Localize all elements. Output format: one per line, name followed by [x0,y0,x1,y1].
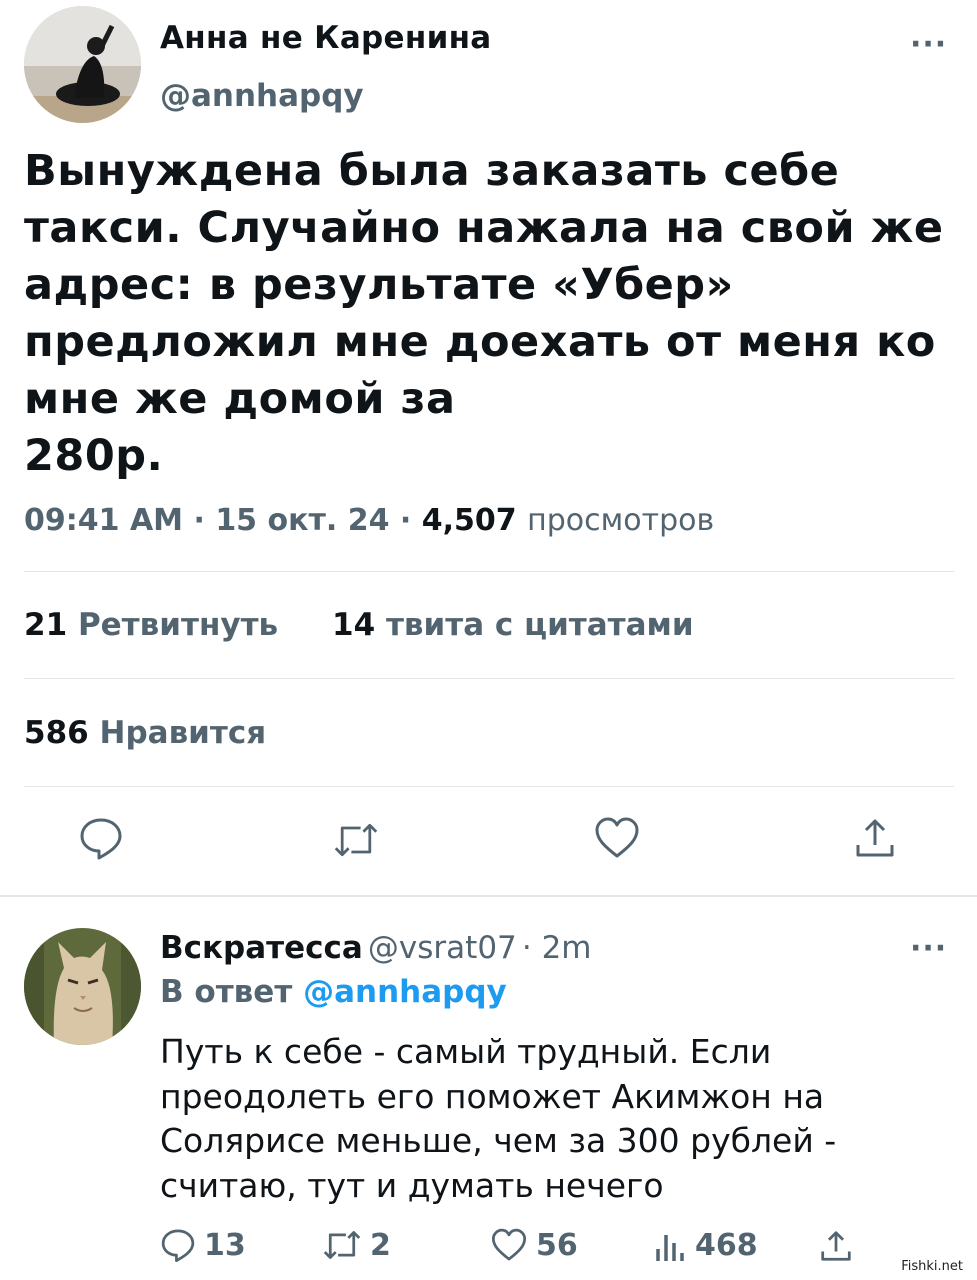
author-avatar[interactable] [24,6,141,123]
reply-header: Вскратесса @vsrat07 · 2m [160,930,592,966]
heart-icon [595,817,639,858]
tweet-text: Вынуждена была заказать себе такси. Случ… [24,146,944,481]
reply-share-button[interactable] [818,1228,854,1268]
more-options-icon[interactable]: ··· [910,30,947,60]
quotes-stat[interactable]: 14 твита с цитатами [332,607,694,643]
likes-stat[interactable]: 586 Нравится [24,715,266,751]
reply-button[interactable] [78,815,124,865]
reply-to-mention[interactable]: @annhapqy [303,974,507,1010]
watermark: Fishki.net [899,1259,965,1274]
reply-icon [161,1229,195,1263]
reply-icon [80,818,122,860]
likes-label: Нравится [99,715,267,751]
tweet-date[interactable]: 15 окт. 24 [215,503,389,538]
reply-replies-count: 13 [204,1227,246,1263]
divider-2 [24,678,954,679]
reply-retweet-button[interactable]: 2 [322,1227,391,1263]
reply-views-button[interactable]: 468 [653,1227,758,1263]
share-icon [856,819,894,857]
share-icon [821,1231,851,1261]
views-label: просмотров [527,503,715,538]
reply-text: Путь к себе - самый трудный. Если преодо… [160,1032,837,1205]
reply-more-options-icon[interactable]: ··· [910,934,947,964]
tweet-separator [0,895,977,897]
divider-3 [24,786,954,787]
reply-replies-button[interactable]: 13 [160,1227,246,1263]
retweet-button[interactable] [333,817,379,867]
views-chart-icon [656,1235,684,1261]
heart-icon [491,1228,527,1261]
quotes-count: 14 [332,607,376,643]
reply-like-button[interactable]: 56 [490,1227,578,1263]
reply-to-line: В ответ @annhapqy [160,974,507,1010]
divider-1 [24,571,954,572]
cat-avatar-image [24,928,141,1045]
retweet-icon [323,1231,361,1259]
retweets-stat[interactable]: 21 Ретвитнуть [24,607,278,643]
reply-to-prefix: В ответ [160,974,293,1010]
reply-author-name[interactable]: Вскратесса [160,930,363,966]
reply-author-handle[interactable]: @vsrat07 [368,930,517,966]
retweets-count: 21 [24,607,68,643]
reply-time[interactable]: 2m [542,930,592,966]
share-button[interactable] [852,815,898,865]
views-count: 4,507 [421,503,517,538]
avatar-image [24,6,141,123]
reply-views-count: 468 [695,1227,758,1263]
tweet-time[interactable]: 09:41 AM [24,503,183,538]
like-button[interactable] [594,815,640,865]
retweets-label: Ретвитнуть [77,607,279,643]
reply-retweets-count: 2 [370,1227,391,1263]
author-handle[interactable]: @annhapqy [160,78,364,114]
tweet-meta: 09:41 AM · 15 окт. 24 · 4,507 просмотров [24,503,715,538]
retweet-icon [334,823,378,857]
reply-avatar[interactable] [24,928,141,1045]
quotes-label: твита с цитатами [385,607,694,643]
author-name[interactable]: Анна не Каренина [160,20,492,56]
likes-count: 586 [24,715,89,751]
reply-likes-count: 56 [536,1227,578,1263]
